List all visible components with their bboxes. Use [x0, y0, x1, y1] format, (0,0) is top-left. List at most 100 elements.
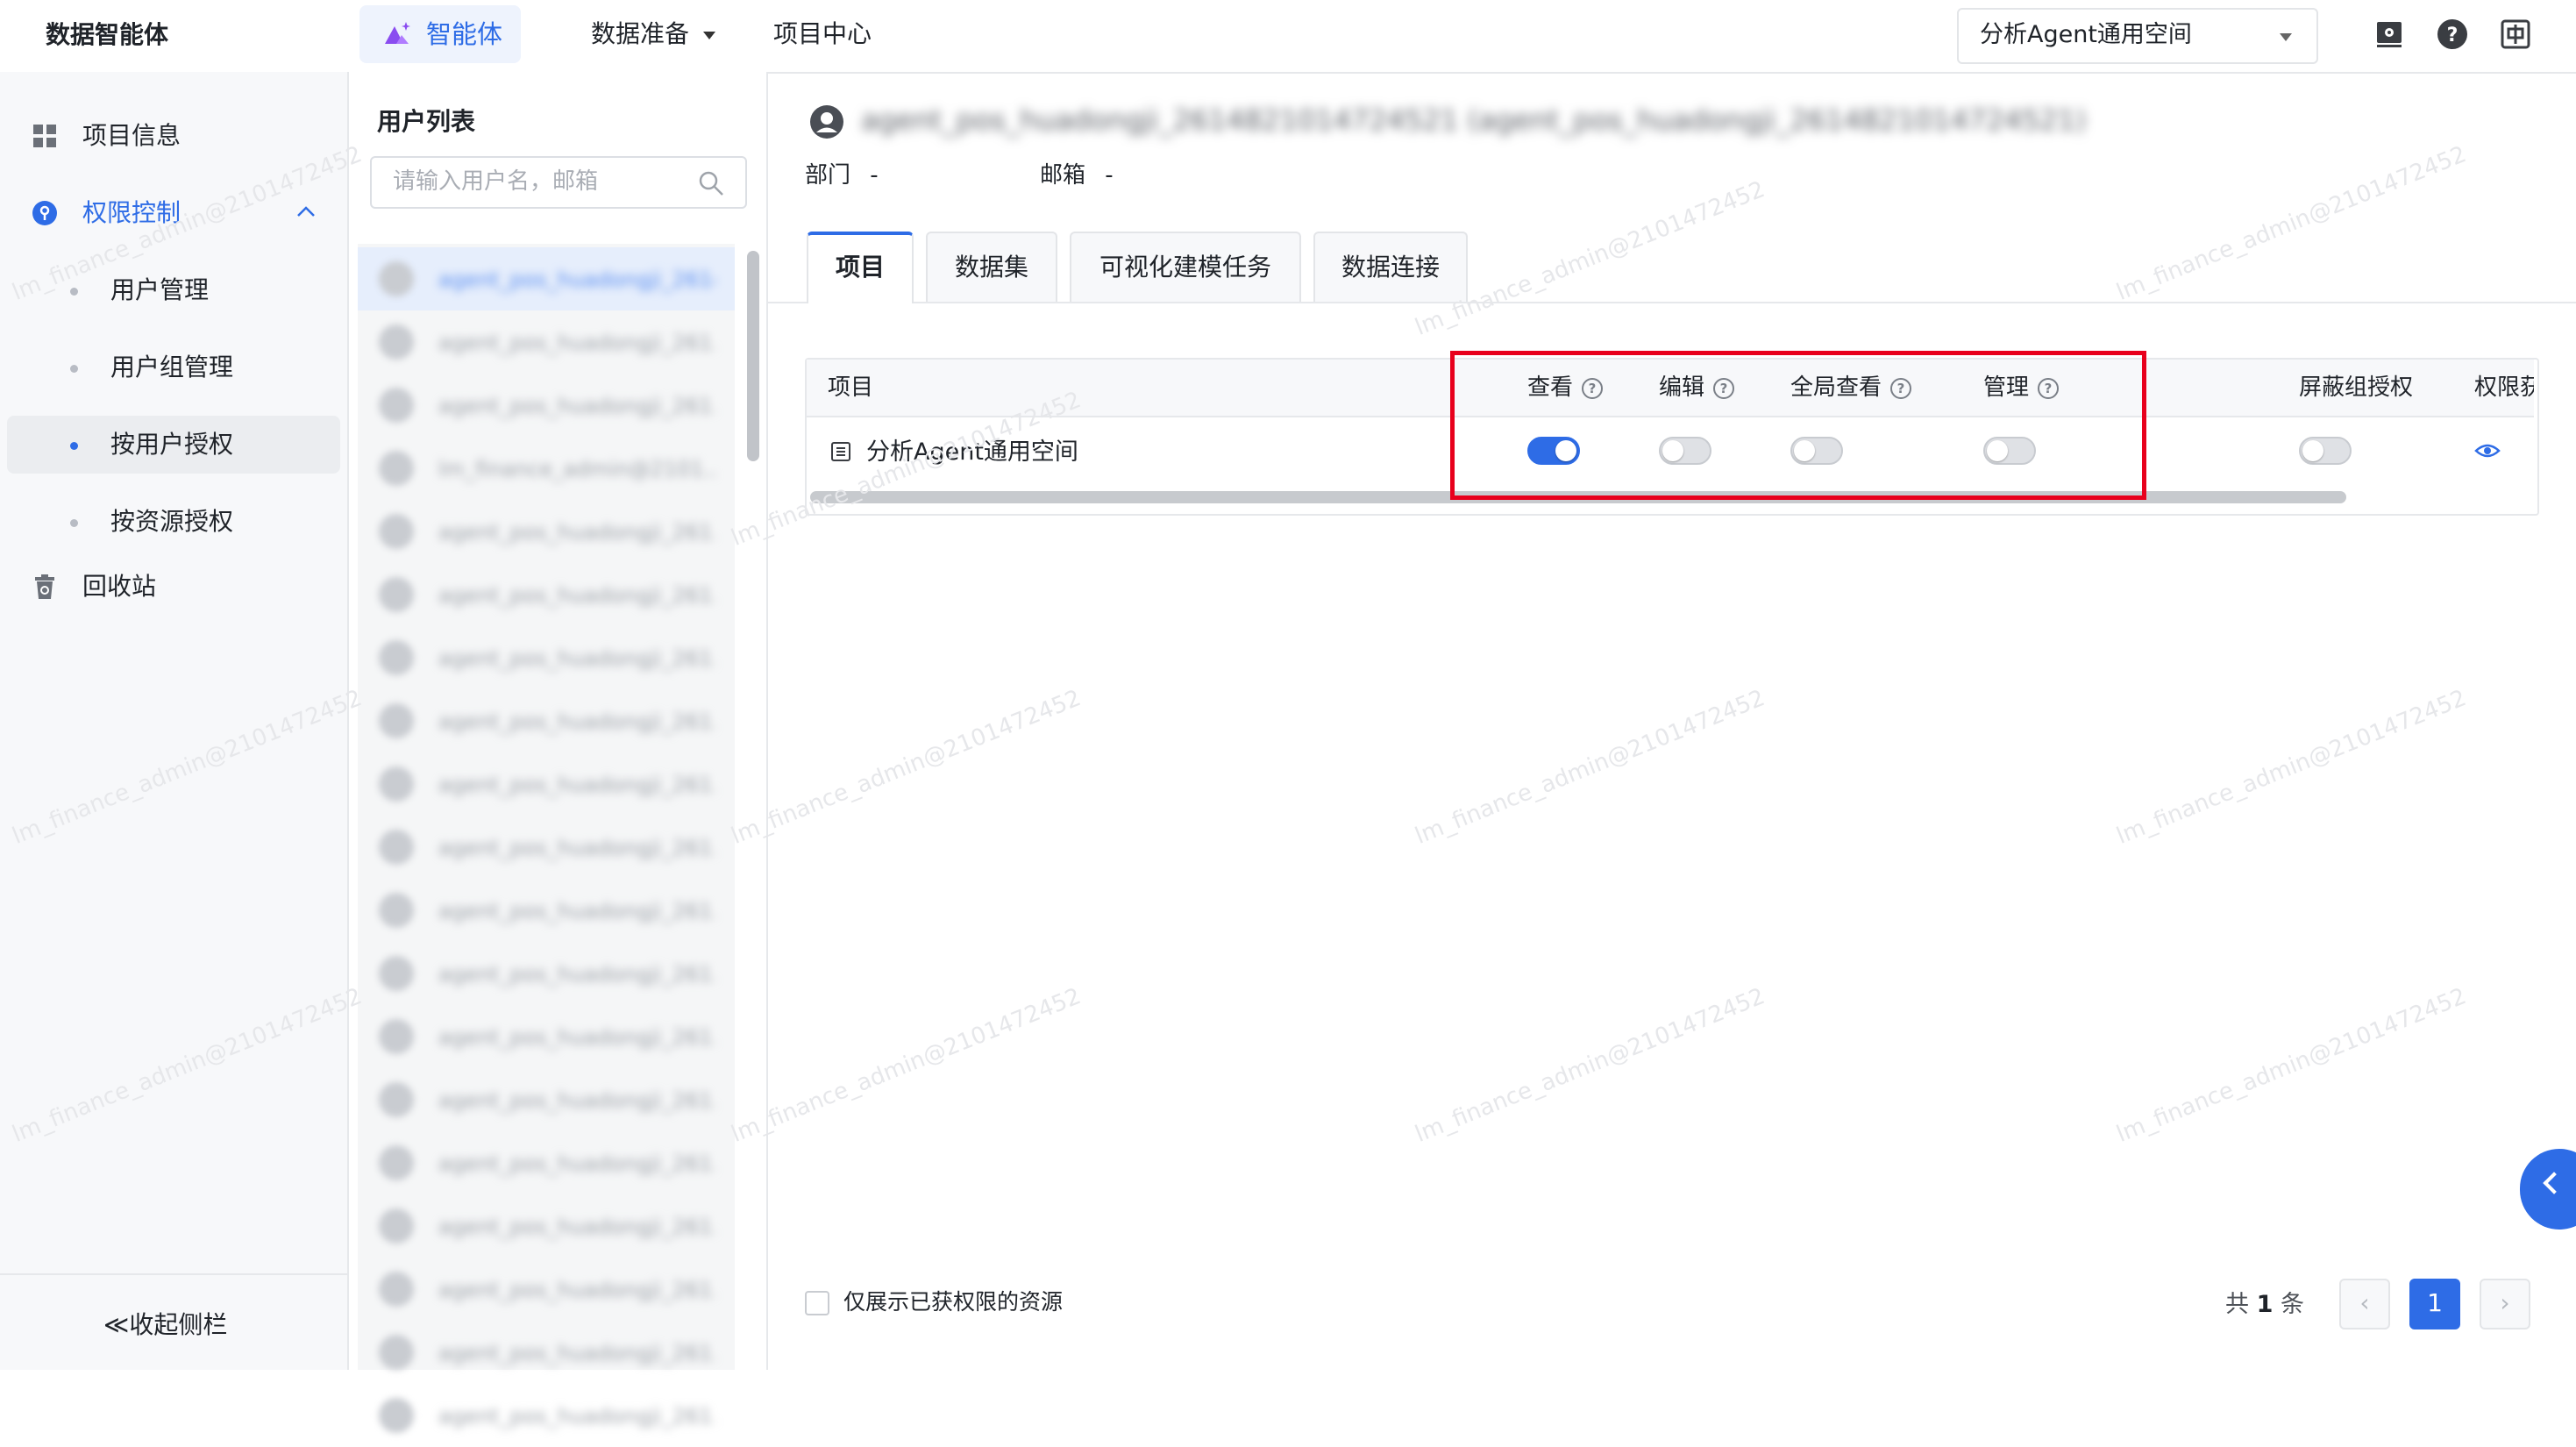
user-list-item[interactable]: agent_pos_huadongji_261...: [358, 1131, 735, 1194]
sidebar-item-project-info[interactable]: 项目信息: [0, 107, 347, 165]
user-avatar-icon: [810, 105, 843, 139]
avatar: [379, 1398, 414, 1433]
help-icon[interactable]: ?: [2436, 18, 2469, 51]
bullet: [70, 365, 78, 373]
sidebar-item-label: 按用户授权: [110, 430, 234, 459]
user-list-item[interactable]: agent_pos_huadongji_261...: [358, 1005, 735, 1068]
tab-visual-modeling[interactable]: 可视化建模任务: [1070, 232, 1301, 302]
app-title: 数据智能体: [46, 20, 169, 49]
nav-item-data-prep[interactable]: 数据准备: [591, 16, 716, 53]
prev-page-button[interactable]: ‹: [2339, 1279, 2390, 1329]
sidebar-item-label: 用户组管理: [110, 353, 234, 381]
user-name: agent_pos_huadongji_261...: [438, 1404, 715, 1429]
sidebar-item-label: 用户管理: [110, 275, 210, 304]
divider: [0, 1273, 347, 1275]
total-prefix: 共: [2225, 1291, 2249, 1318]
search-placeholder: 请输入用户名，邮箱: [393, 168, 599, 195]
column-header-block-group: 屏蔽组授权: [2299, 374, 2414, 401]
chevron-left-icon: [2543, 1172, 2565, 1194]
user-list-item[interactable]: agent_pos_huadongji_261...: [358, 689, 735, 752]
user-list-item[interactable]: agent_pos_huadongji_261...: [358, 816, 735, 879]
highlight-box: [1450, 351, 2146, 500]
sidebar-item-label: 回收站: [82, 572, 157, 601]
eye-icon[interactable]: [2474, 440, 2501, 461]
total-count: 共 1 条: [2225, 1287, 2304, 1322]
user-name: lm_finance_admin@2101...: [438, 457, 715, 481]
block-group-toggle[interactable]: [2299, 437, 2352, 465]
user-name: agent_pos_huadongji_261...: [438, 773, 715, 797]
watermark: lm_finance_admin@2101472452: [727, 983, 1085, 1148]
avatar: [379, 577, 414, 612]
shield-icon: [32, 201, 57, 225]
user-list-item[interactable]: agent_pos_huadongji_261...: [358, 1068, 735, 1131]
nav-item-project-center[interactable]: 项目中心: [773, 16, 872, 53]
tab-data-connection[interactable]: 数据连接: [1313, 232, 1468, 302]
email-field: 邮箱 -: [1040, 158, 1114, 193]
user-list-scrollbar[interactable]: [747, 251, 759, 461]
agent-icon: [385, 22, 410, 44]
admin-console-icon[interactable]: [2373, 18, 2406, 51]
tab-label: 数据集: [954, 253, 1028, 282]
avatar: [379, 1272, 414, 1307]
page-1-button[interactable]: 1: [2409, 1279, 2460, 1329]
next-page-button[interactable]: ›: [2480, 1279, 2530, 1329]
expand-panel-button[interactable]: [2520, 1149, 2576, 1230]
bullet: [70, 288, 78, 296]
tab-project[interactable]: 项目: [807, 232, 914, 303]
user-list-item[interactable]: lm_finance_admin@2101...: [358, 437, 735, 500]
sidebar-item-grant-by-user[interactable]: 按用户授权: [7, 416, 340, 474]
avatar: [379, 324, 414, 360]
avatar: [379, 766, 414, 802]
collapse-sidebar-button[interactable]: ≪收起侧栏: [103, 1307, 227, 1344]
nav-item-agent-label: 智能体: [426, 19, 503, 49]
sidebar-item-recycle-bin[interactable]: 回收站: [0, 558, 347, 616]
avatar: [379, 956, 414, 991]
user-list-item[interactable]: agent_pos_huadongji_261...: [358, 1194, 735, 1258]
watermark: lm_finance_admin@2101472452: [2112, 685, 2471, 850]
department-field: 部门 -: [805, 158, 879, 193]
language-icon[interactable]: [2499, 18, 2532, 51]
user-name: agent_pos_huadongji_261...: [438, 583, 715, 608]
user-list-item[interactable]: agent_pos_huadongji_2614...: [358, 247, 735, 310]
user-name: agent_pos_huadongji_2614...: [438, 267, 715, 292]
toggle-knob: [2302, 440, 2323, 461]
user-search-input[interactable]: 请输入用户名，邮箱: [370, 156, 747, 209]
tab-label: 可视化建模任务: [1099, 253, 1271, 282]
sidebar-item-label: 项目信息: [82, 121, 181, 150]
user-list-item[interactable]: agent_pos_huadongji_261...: [358, 374, 735, 437]
sidebar-item-label: 权限控制: [82, 198, 181, 227]
user-title: agent_pos_huadongji_2614821014724521 (ag…: [861, 103, 2087, 137]
only-granted-checkbox[interactable]: [805, 1291, 829, 1315]
user-list-item[interactable]: agent_pos_huadongji_261...: [358, 879, 735, 942]
user-list-item[interactable]: agent_pos_huadongji_261...: [358, 563, 735, 626]
user-list-item[interactable]: agent_pos_huadongji_261...: [358, 500, 735, 563]
user-list-item[interactable]: agent_pos_huadongji_261...: [358, 942, 735, 1005]
user-list-item[interactable]: agent_pos_huadongji_261...: [358, 1321, 735, 1384]
sidebar-item-group-management[interactable]: 用户组管理: [0, 339, 347, 396]
nav-item-agent[interactable]: 智能体: [359, 5, 521, 63]
search-icon: [699, 171, 723, 196]
user-list-item[interactable]: agent_pos_huadongji_261...: [358, 310, 735, 374]
user-name: agent_pos_huadongji_261...: [438, 1341, 715, 1365]
user-list-item[interactable]: agent_pos_huadongji_261...: [358, 1258, 735, 1321]
user-list-item[interactable]: agent_pos_huadongji_261...: [358, 1384, 735, 1447]
user-name: agent_pos_huadongji_261...: [438, 1151, 715, 1176]
project-name: 分析Agent通用空间: [866, 438, 1078, 466]
user-list-item[interactable]: agent_pos_huadongji_261...: [358, 626, 735, 689]
user-name: agent_pos_huadongji_261...: [438, 1025, 715, 1050]
sidebar-item-grant-by-resource[interactable]: 按资源授权: [0, 493, 347, 551]
sidebar-item-permission-control[interactable]: 权限控制: [0, 184, 347, 242]
tab-dataset[interactable]: 数据集: [926, 232, 1057, 302]
watermark: lm_finance_admin@2101472452: [1411, 685, 1769, 850]
chevron-up-icon: [297, 206, 315, 217]
user-list-title: 用户列表: [377, 107, 476, 136]
total-suffix: 条: [2280, 1291, 2304, 1318]
sidebar-item-user-management[interactable]: 用户管理: [0, 261, 347, 319]
user-list-item[interactable]: agent_pos_huadongji_261...: [358, 752, 735, 816]
grid-icon: [33, 125, 56, 147]
user-name: agent_pos_huadongji_261...: [438, 520, 715, 545]
space-select[interactable]: 分析Agent通用空间: [1957, 8, 2318, 64]
avatar: [379, 830, 414, 865]
user-name: agent_pos_huadongji_261...: [438, 1215, 715, 1239]
avatar: [379, 1082, 414, 1117]
